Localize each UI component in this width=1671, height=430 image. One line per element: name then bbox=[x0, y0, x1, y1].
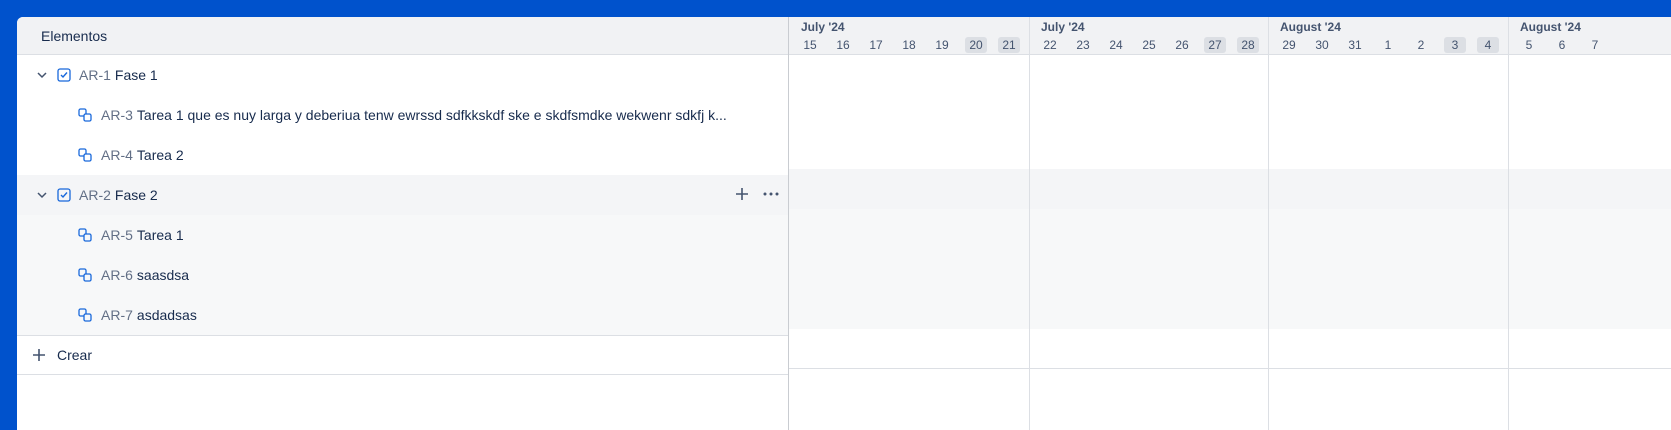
list-item-task[interactable]: AR-7 asdadsas bbox=[17, 295, 788, 335]
list-item-task[interactable]: AR-4 Tarea 2 bbox=[17, 135, 788, 175]
week-divider bbox=[1268, 17, 1269, 430]
day-label: 3 bbox=[1444, 37, 1466, 53]
day-label: 28 bbox=[1237, 37, 1259, 53]
item-key[interactable]: AR-7 bbox=[101, 307, 133, 323]
day-label: 27 bbox=[1204, 37, 1226, 53]
list-item-task[interactable]: AR-6 saasdsa bbox=[17, 255, 788, 295]
day-label: 19 bbox=[935, 38, 949, 52]
plus-icon bbox=[31, 347, 47, 363]
create-button[interactable]: Crear bbox=[17, 335, 788, 375]
row-actions bbox=[734, 175, 780, 215]
list-header-title: Elementos bbox=[41, 27, 108, 44]
item-title[interactable]: asdadsas bbox=[137, 307, 197, 323]
items-list: Elementos AR-1 Fase 1 AR-3 Tarea 1 que e… bbox=[17, 17, 789, 430]
item-key[interactable]: AR-4 bbox=[101, 147, 133, 163]
item-title[interactable]: Fase 2 bbox=[115, 187, 158, 203]
week-divider bbox=[1508, 17, 1509, 430]
list-item-task[interactable]: AR-3 Tarea 1 que es nuy larga y deberiua… bbox=[17, 95, 788, 135]
timeline-row bbox=[789, 169, 1671, 209]
item-key[interactable]: AR-1 bbox=[79, 67, 111, 83]
timeline-row bbox=[789, 329, 1671, 369]
day-label: 15 bbox=[803, 38, 817, 52]
list-item-task[interactable]: AR-5 Tarea 1 bbox=[17, 215, 788, 255]
item-title[interactable]: Tarea 1 bbox=[137, 227, 184, 243]
day-label: 1 bbox=[1384, 38, 1392, 52]
create-label: Crear bbox=[57, 347, 93, 363]
day-label: 31 bbox=[1348, 38, 1362, 52]
timeline-header: July '24 15 16 17 18 19 20 21 July '24 22 23 24 25 26… bbox=[789, 17, 1671, 55]
day-label: 2 bbox=[1417, 38, 1425, 52]
subtask-icon bbox=[77, 307, 93, 323]
day-label: 7 bbox=[1591, 38, 1599, 52]
day-label: 20 bbox=[965, 37, 987, 53]
day-label: 21 bbox=[998, 37, 1020, 53]
item-key[interactable]: AR-5 bbox=[101, 227, 133, 243]
day-label: 5 bbox=[1525, 38, 1533, 52]
roadmap-panel: Elementos AR-1 Fase 1 AR-3 Tarea 1 que e… bbox=[17, 17, 1671, 430]
timeline: July '24 15 16 17 18 19 20 21 July '24 22 23 24 25 26… bbox=[789, 17, 1671, 430]
day-label: 30 bbox=[1315, 38, 1329, 52]
day-label: 26 bbox=[1175, 38, 1189, 52]
subtask-icon bbox=[77, 267, 93, 283]
item-key[interactable]: AR-2 bbox=[79, 187, 111, 203]
month-label: July '24 bbox=[1041, 20, 1085, 34]
day-label: 24 bbox=[1109, 38, 1123, 52]
day-label: 6 bbox=[1558, 38, 1566, 52]
month-label: August '24 bbox=[1280, 20, 1341, 34]
day-label: 4 bbox=[1477, 37, 1499, 53]
month-label: July '24 bbox=[801, 20, 845, 34]
item-title[interactable]: Fase 1 bbox=[115, 67, 158, 83]
day-label: 18 bbox=[902, 38, 916, 52]
week-divider bbox=[1029, 17, 1030, 430]
list-item-epic[interactable]: AR-2 Fase 2 bbox=[17, 175, 788, 215]
day-label: 29 bbox=[1282, 38, 1296, 52]
item-title[interactable]: Tarea 2 bbox=[137, 147, 184, 163]
item-key[interactable]: AR-6 bbox=[101, 267, 133, 283]
list-header: Elementos bbox=[17, 17, 788, 55]
day-label: 22 bbox=[1043, 38, 1057, 52]
subtask-icon bbox=[77, 147, 93, 163]
more-icon[interactable] bbox=[762, 186, 780, 205]
list-item-epic[interactable]: AR-1 Fase 1 bbox=[17, 55, 788, 95]
item-title[interactable]: Tarea 1 que es nuy larga y deberiua tenw… bbox=[137, 107, 727, 123]
day-label: 25 bbox=[1142, 38, 1156, 52]
plus-icon[interactable] bbox=[734, 186, 750, 205]
item-title[interactable]: saasdsa bbox=[137, 267, 189, 283]
day-label: 16 bbox=[836, 38, 850, 52]
day-label: 23 bbox=[1076, 38, 1090, 52]
checkbox-icon bbox=[57, 188, 71, 202]
timeline-row bbox=[789, 209, 1671, 329]
day-label: 17 bbox=[869, 38, 883, 52]
month-label: August '24 bbox=[1520, 20, 1581, 34]
subtask-icon bbox=[77, 227, 93, 243]
chevron-down-icon[interactable] bbox=[35, 188, 49, 202]
checkbox-icon bbox=[57, 68, 71, 82]
item-key[interactable]: AR-3 bbox=[101, 107, 133, 123]
subtask-icon bbox=[77, 107, 93, 123]
chevron-down-icon[interactable] bbox=[35, 68, 49, 82]
